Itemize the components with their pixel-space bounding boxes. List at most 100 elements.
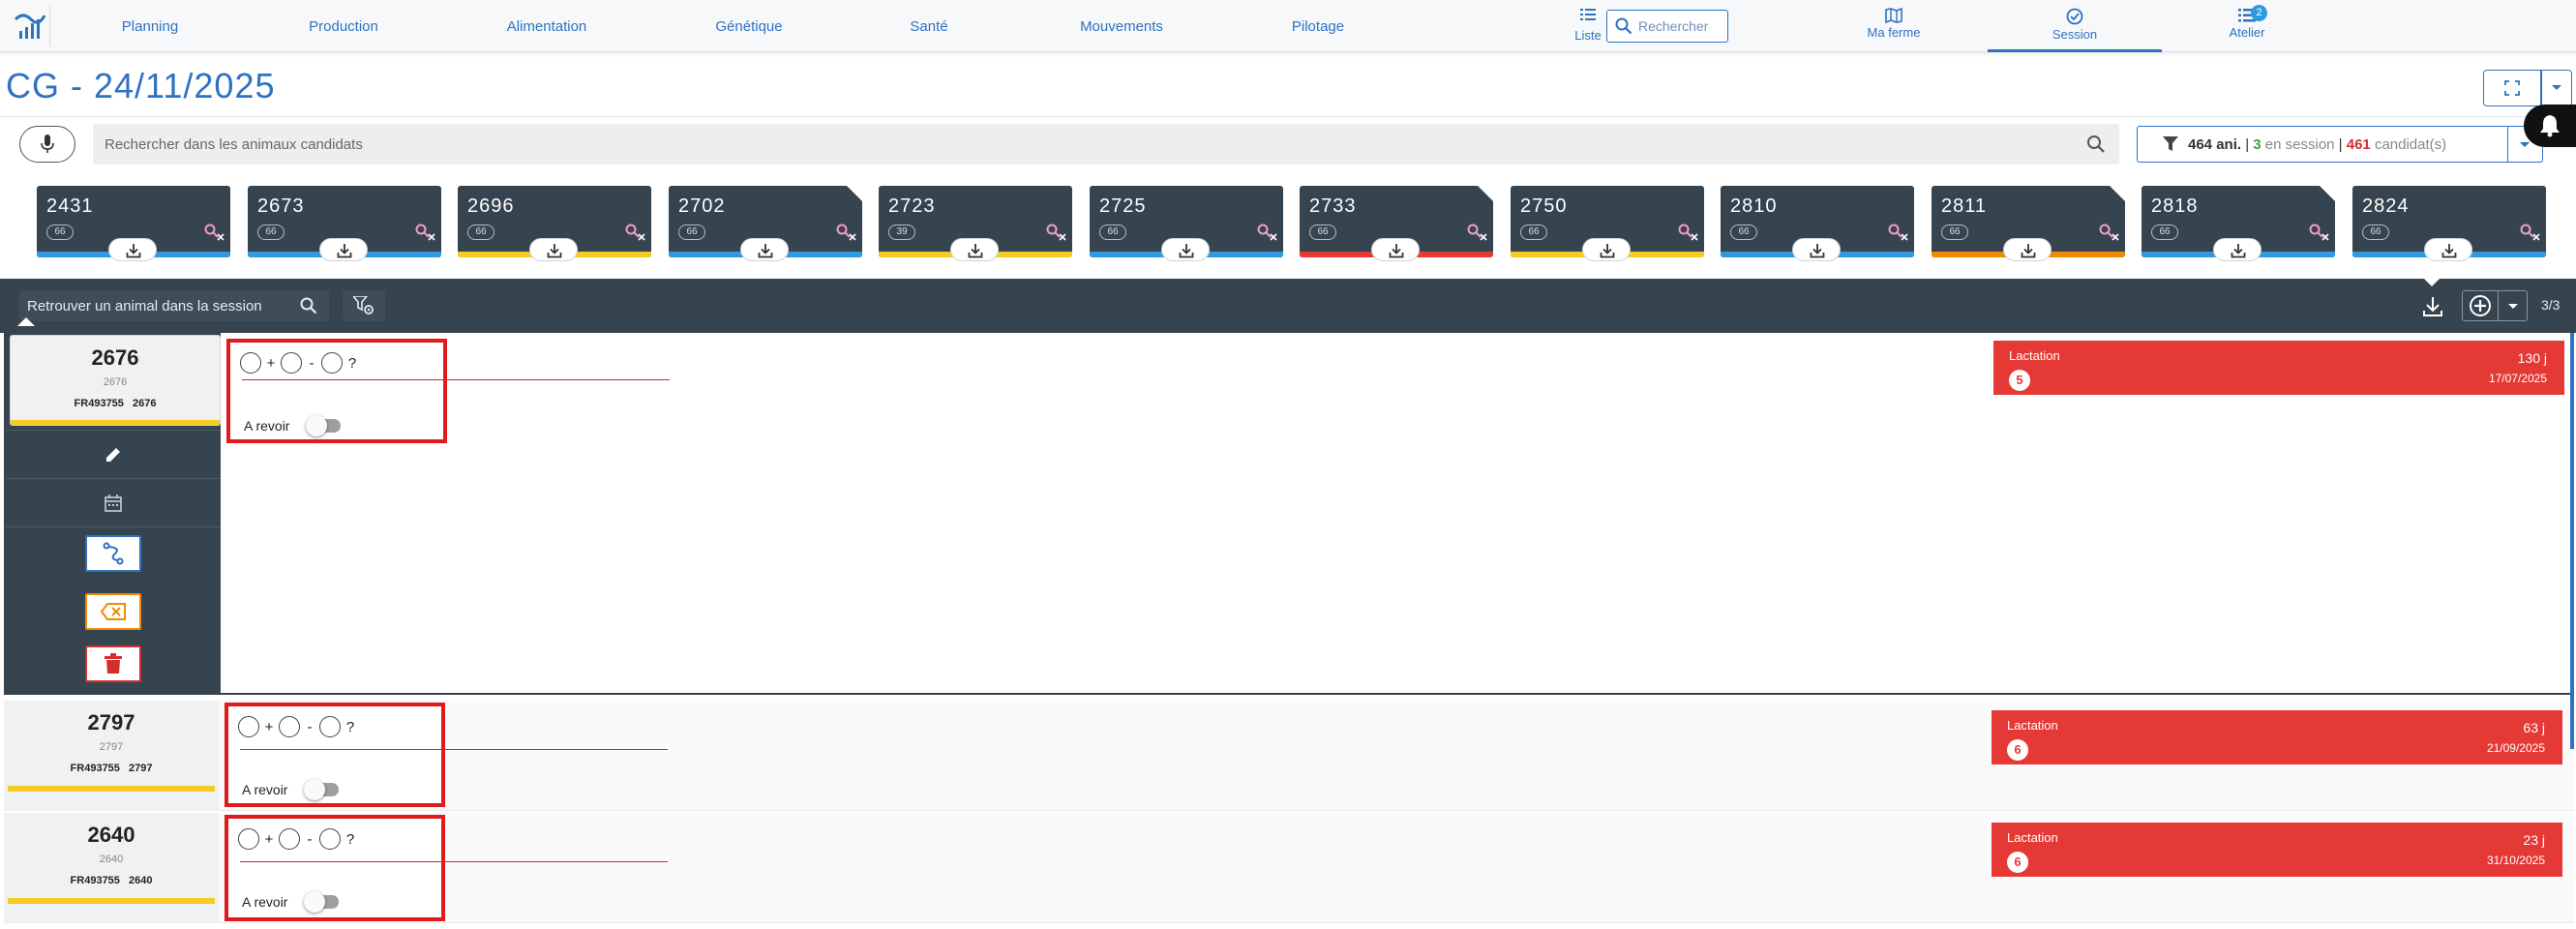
add-to-session-button[interactable] xyxy=(1582,238,1631,261)
add-to-session-button[interactable] xyxy=(319,238,368,261)
add-to-session-button[interactable] xyxy=(1792,238,1841,261)
radio-minus[interactable] xyxy=(281,352,302,374)
add-to-session-button[interactable] xyxy=(2003,238,2052,261)
candidate-card[interactable]: 2811 66 xyxy=(1932,186,2125,261)
nav-planning[interactable]: Planning xyxy=(106,0,194,52)
session-download-button[interactable] xyxy=(2413,292,2452,321)
candidate-card[interactable]: 2733 66 xyxy=(1300,186,1493,261)
candidate-card[interactable]: 2696 66 xyxy=(458,186,651,261)
session-search[interactable] xyxy=(19,290,329,321)
female-cross-icon[interactable] xyxy=(414,223,435,242)
animal-id-card[interactable]: 2640 2640 FR493755 2640 xyxy=(4,813,219,923)
add-circle-icon[interactable] xyxy=(2469,294,2492,317)
filter-settings-button[interactable] xyxy=(343,290,385,321)
tab-atelier[interactable]: Atelier 2 xyxy=(2220,0,2274,52)
nav-alimentation[interactable]: Alimentation xyxy=(494,0,600,52)
female-cross-icon[interactable] xyxy=(2519,223,2540,242)
chevron-down-icon[interactable] xyxy=(2507,303,2519,311)
radio-minus[interactable] xyxy=(279,716,300,737)
candidate-card[interactable]: 2725 66 xyxy=(1090,186,1283,261)
tab-session[interactable]: Session xyxy=(1988,0,2162,52)
candidate-search[interactable] xyxy=(93,124,2119,165)
add-to-session-button[interactable] xyxy=(108,238,157,261)
female-cross-icon[interactable] xyxy=(1887,223,1908,242)
scrollbar[interactable] xyxy=(2570,333,2574,749)
session-caret xyxy=(17,317,35,326)
nav-mouvements[interactable]: Mouvements xyxy=(1064,0,1179,52)
app-logo[interactable] xyxy=(8,4,50,46)
search-icon[interactable] xyxy=(300,297,317,315)
female-cross-icon[interactable] xyxy=(624,223,645,242)
animal-id-card[interactable]: 2797 2797 FR493755 2797 xyxy=(4,701,219,811)
add-to-session-button[interactable] xyxy=(2213,238,2261,261)
liste-button[interactable]: Liste xyxy=(1564,8,1612,43)
session-search-input[interactable] xyxy=(27,296,288,315)
minus-label: - xyxy=(307,718,313,735)
radio-unknown[interactable] xyxy=(321,352,343,374)
nav-pilotage[interactable]: Pilotage xyxy=(1277,0,1359,52)
female-cross-icon[interactable] xyxy=(1466,223,1487,242)
nav-production[interactable]: Production xyxy=(295,0,392,52)
candidate-card[interactable]: 2750 66 xyxy=(1511,186,1704,261)
session-icon xyxy=(2066,8,2083,25)
in-session-count: 3 xyxy=(2253,136,2261,153)
add-to-session-button[interactable] xyxy=(1161,238,1210,261)
candidate-card[interactable]: 2431 66 xyxy=(37,186,230,261)
calendar-row[interactable] xyxy=(6,478,221,526)
session-animal-row[interactable]: 2640 2640 FR493755 2640 + -? A revoir Lac… xyxy=(4,813,2574,923)
candidate-chip: 66 xyxy=(1520,225,1547,240)
global-search[interactable] xyxy=(1606,10,1728,43)
revoir-toggle[interactable] xyxy=(306,415,344,436)
voice-search-button[interactable] xyxy=(19,126,75,163)
add-to-session-button[interactable] xyxy=(1371,238,1420,261)
edit-row[interactable] xyxy=(6,430,221,478)
notifications-button[interactable] xyxy=(2524,105,2576,147)
download-icon xyxy=(337,244,352,258)
remove-from-session-button[interactable] xyxy=(85,593,141,630)
candidate-card[interactable]: 2723 39 xyxy=(879,186,1072,261)
nav-genetique[interactable]: Génétique xyxy=(701,0,797,52)
candidate-filter-summary[interactable]: 464 ani. | 3 en session | 461 candidat(s… xyxy=(2137,126,2508,163)
female-cross-icon[interactable] xyxy=(1045,223,1066,242)
female-cross-icon[interactable] xyxy=(1256,223,1277,242)
title-dropdown-button[interactable] xyxy=(2541,70,2572,106)
add-animal-group[interactable] xyxy=(2462,290,2528,321)
radio-plus[interactable] xyxy=(238,716,259,737)
add-to-session-button[interactable] xyxy=(740,238,789,261)
action-buttons xyxy=(6,526,221,693)
candidate-card[interactable]: 2673 66 xyxy=(248,186,441,261)
add-to-session-button[interactable] xyxy=(529,238,578,261)
candidate-number: 2431 xyxy=(46,195,94,217)
session-animal-row[interactable]: 2797 2797 FR493755 2797 + -? A revoir Lac… xyxy=(4,701,2574,811)
radio-unknown[interactable] xyxy=(319,828,341,850)
add-to-session-button[interactable] xyxy=(2424,238,2472,261)
radio-plus[interactable] xyxy=(240,352,261,374)
route-button[interactable] xyxy=(85,535,141,572)
candidate-card[interactable]: 2824 66 xyxy=(2352,186,2546,261)
female-cross-icon[interactable] xyxy=(1677,223,1698,242)
revoir-toggle[interactable] xyxy=(304,891,343,913)
candidate-card[interactable]: 2702 66 xyxy=(669,186,862,261)
radio-unknown[interactable] xyxy=(319,716,341,737)
candidate-card[interactable]: 2810 66 xyxy=(1721,186,1914,261)
fullscreen-button[interactable] xyxy=(2483,70,2541,106)
nav-sante[interactable]: Santé xyxy=(890,0,968,52)
female-cross-icon[interactable] xyxy=(835,223,856,242)
add-to-session-button[interactable] xyxy=(950,238,999,261)
candidate-search-input[interactable] xyxy=(105,134,1943,155)
lactation-date: 21/09/2025 xyxy=(2486,741,2545,755)
radio-minus[interactable] xyxy=(279,828,300,850)
delete-button[interactable] xyxy=(85,645,141,682)
candidate-card[interactable]: 2818 66 xyxy=(2142,186,2335,261)
female-cross-icon[interactable] xyxy=(203,223,225,242)
radio-plus[interactable] xyxy=(238,828,259,850)
search-icon[interactable] xyxy=(2086,135,2106,154)
animal-status-bar xyxy=(8,786,215,792)
active-animal-sidebar: 2676 2676 FR493755 2676 xyxy=(6,333,221,693)
animal-id-card[interactable]: 2676 2676 FR493755 2676 xyxy=(10,335,221,426)
female-cross-icon[interactable] xyxy=(2308,223,2329,242)
global-search-input[interactable] xyxy=(1638,16,1723,36)
tab-ma-ferme[interactable]: Ma ferme xyxy=(1850,0,1937,52)
female-cross-icon[interactable] xyxy=(2098,223,2119,242)
revoir-toggle[interactable] xyxy=(304,779,343,800)
